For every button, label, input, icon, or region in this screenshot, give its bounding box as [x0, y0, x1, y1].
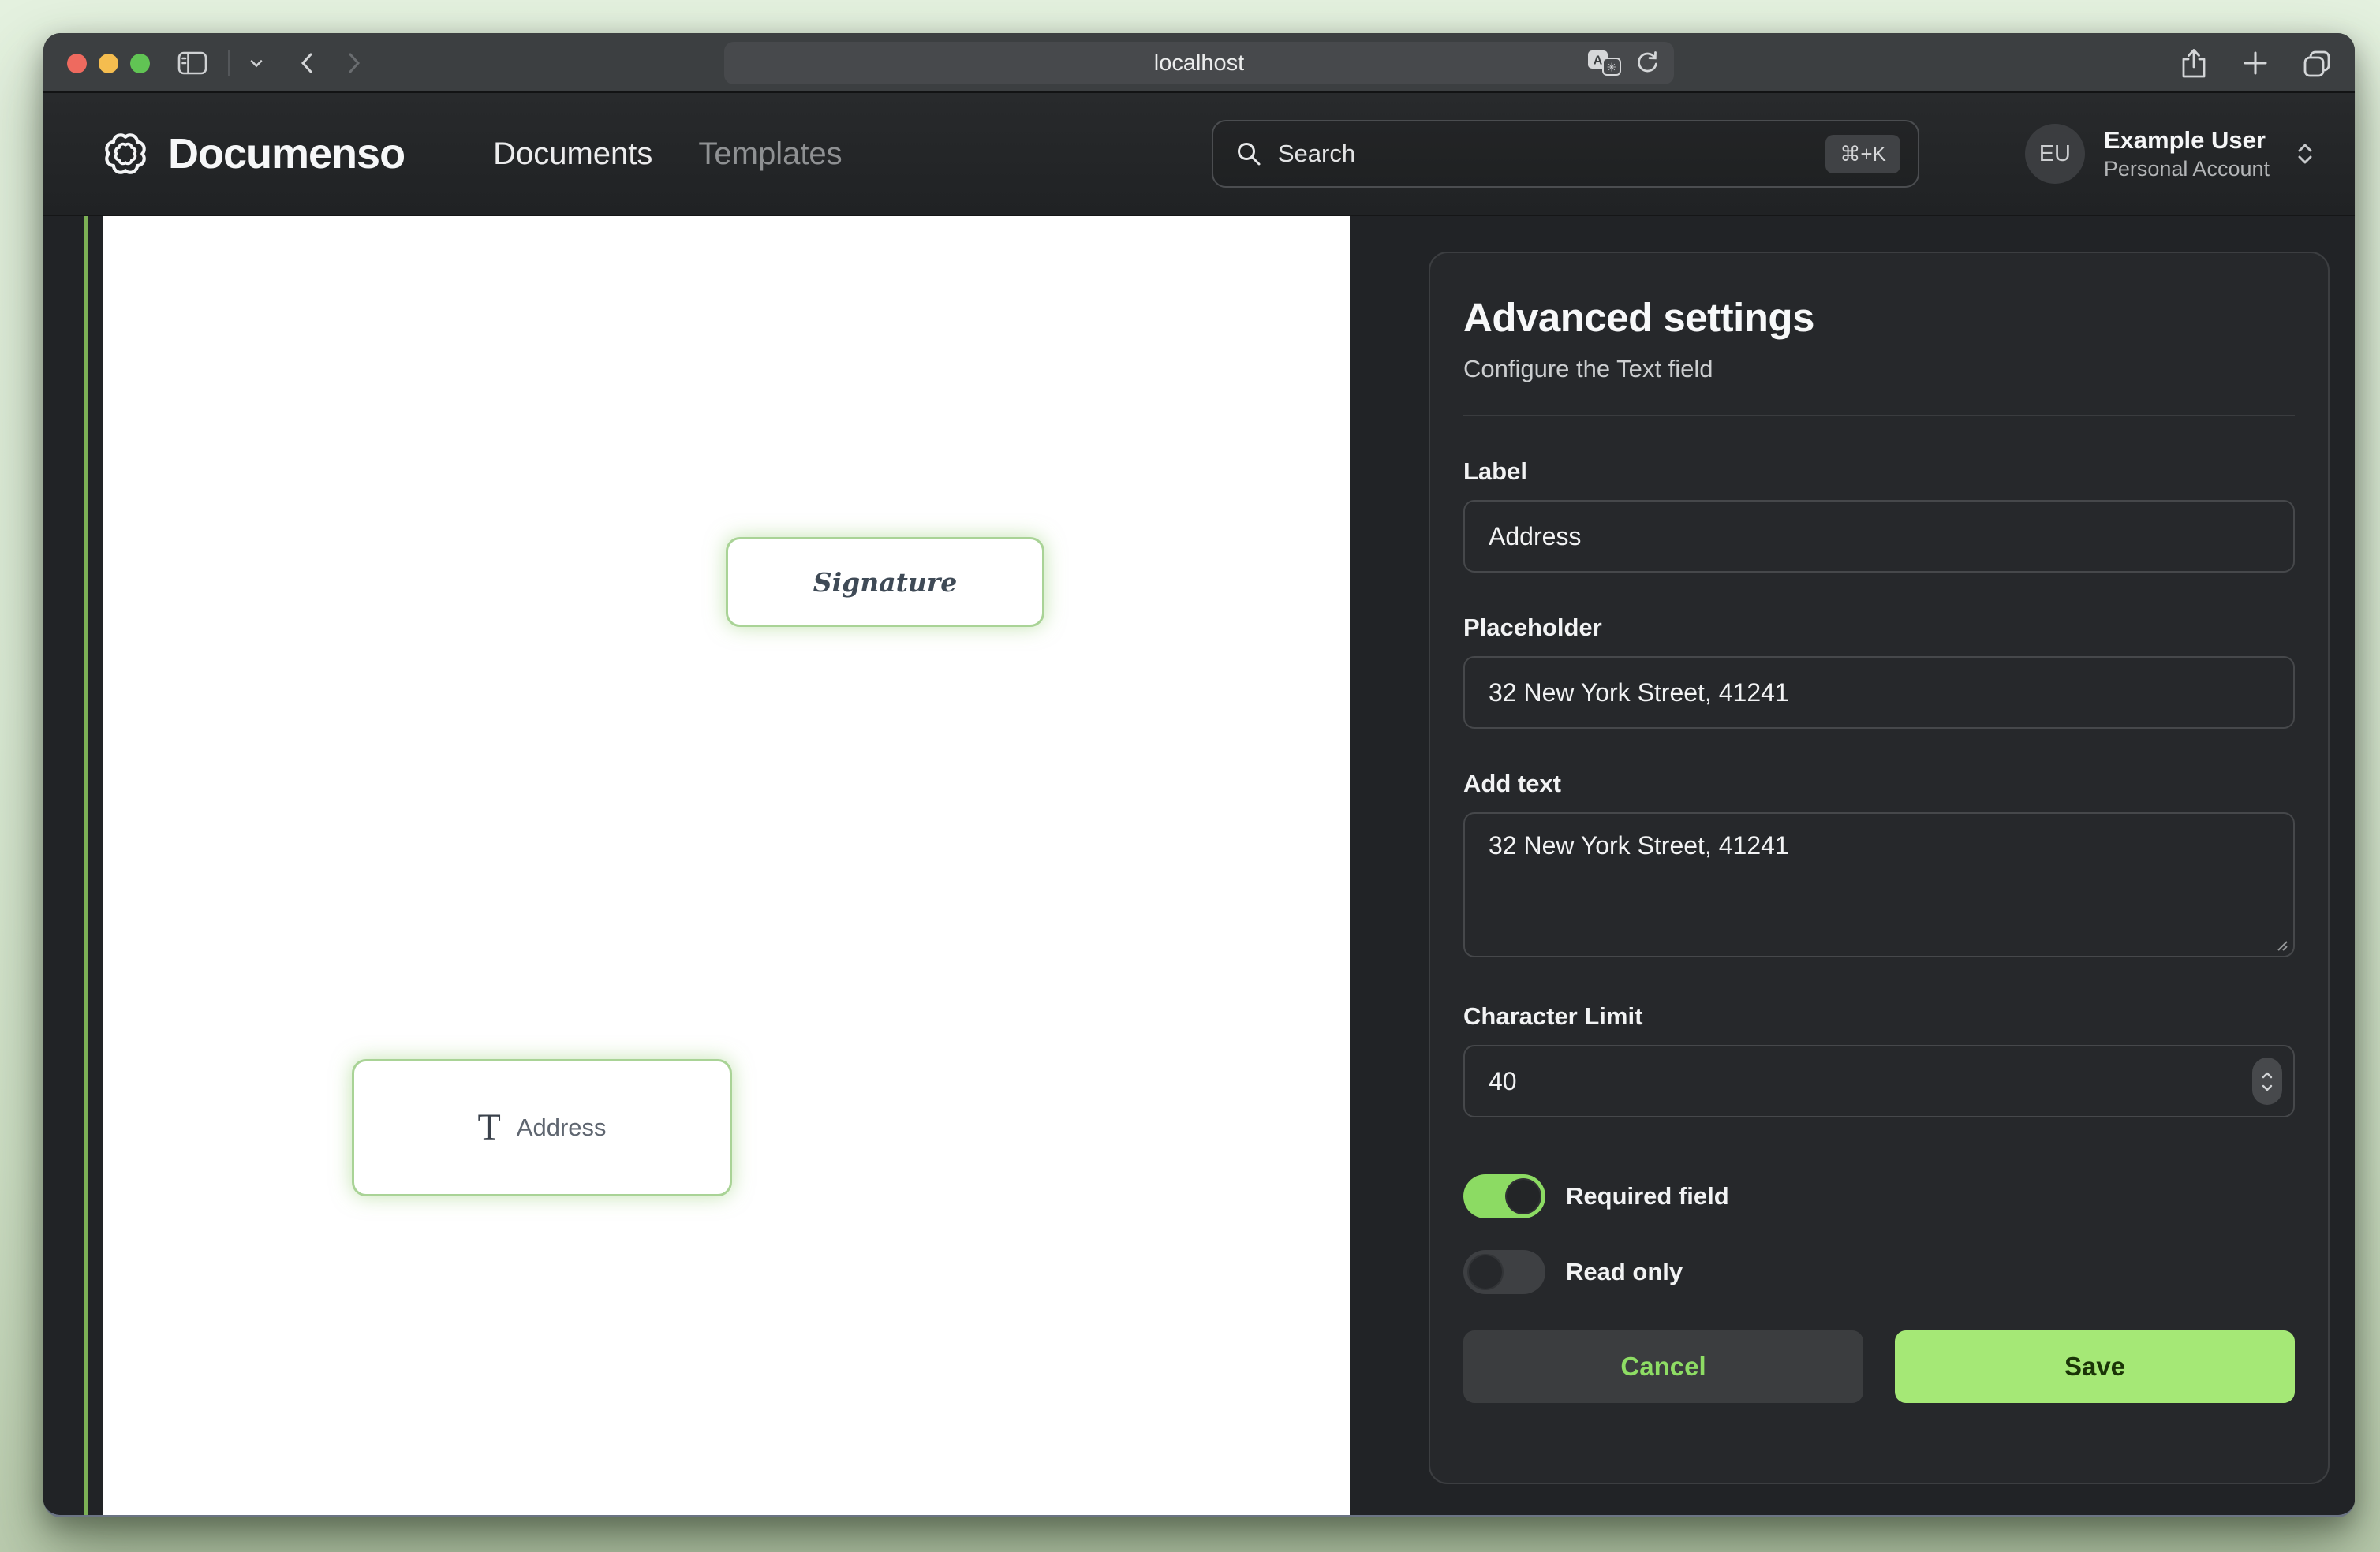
panel-divider: [1463, 415, 2295, 416]
brand-name: Documenso: [168, 129, 405, 178]
text-field-box[interactable]: T Address: [352, 1059, 732, 1196]
search-bar[interactable]: ⌘+K: [1212, 120, 1919, 188]
new-tab-button[interactable]: [2241, 49, 2270, 77]
svg-text:✳: ✳: [1607, 62, 1617, 75]
stepper-up-icon: [2262, 1072, 2273, 1079]
read-only-toggle-label: Read only: [1566, 1258, 1683, 1286]
selector-chevrons-icon: [2288, 141, 2315, 166]
panel-subtitle: Configure the Text field: [1463, 355, 2295, 383]
save-button[interactable]: Save: [1895, 1330, 2295, 1403]
tab-overview-button[interactable]: [2301, 47, 2333, 79]
required-field-toggle[interactable]: [1463, 1174, 1545, 1218]
translate-button[interactable]: A ✳: [1587, 50, 1622, 76]
brand-logo[interactable]: Documenso: [103, 129, 405, 178]
chevron-right-icon: [348, 53, 361, 73]
reload-button[interactable]: [1635, 50, 1660, 76]
browser-chrome: localhost A ✳: [43, 33, 2355, 93]
number-stepper[interactable]: [2252, 1058, 2282, 1105]
user-account: Personal Account: [2104, 156, 2270, 183]
close-window-button[interactable]: [67, 54, 87, 73]
toggle-knob: [1505, 1178, 1541, 1214]
advanced-settings-panel: Advanced settings Configure the Text fie…: [1429, 252, 2330, 1484]
signature-field-label: Signature: [813, 567, 957, 598]
address-bar[interactable]: localhost A ✳: [724, 42, 1674, 84]
read-only-toggle[interactable]: [1463, 1250, 1545, 1294]
reload-icon: [1635, 50, 1660, 76]
add-text-textarea[interactable]: 32 New York Street, 41241: [1463, 812, 2295, 957]
resize-handle-icon[interactable]: [2276, 939, 2288, 952]
label-field-label: Label: [1463, 457, 2295, 486]
nav-item-templates[interactable]: Templates: [698, 136, 842, 172]
plus-icon: [2241, 49, 2270, 77]
placeholder-input[interactable]: [1463, 656, 2295, 729]
character-limit-input[interactable]: [1463, 1045, 2295, 1117]
avatar: EU: [2025, 124, 2085, 184]
main-nav: Documents Templates: [493, 136, 843, 172]
signature-field-box[interactable]: Signature: [726, 537, 1044, 627]
user-name: Example User: [2104, 125, 2270, 156]
share-button[interactable]: [2178, 47, 2210, 80]
tab-group-chevron-button[interactable]: [250, 59, 263, 68]
minimize-window-button[interactable]: [99, 54, 118, 73]
nav-item-documents[interactable]: Documents: [493, 136, 652, 172]
documenso-logo-icon: [103, 132, 148, 176]
chevron-down-icon: [250, 59, 263, 68]
svg-text:A: A: [1594, 54, 1603, 68]
sidebar-icon: [177, 51, 207, 75]
translate-icon: A ✳: [1587, 50, 1622, 76]
browser-window: localhost A ✳: [43, 33, 2355, 1517]
character-limit-field-label: Character Limit: [1463, 1002, 2295, 1031]
placeholder-field-label: Placeholder: [1463, 614, 2295, 642]
sidebar-toggle-button[interactable]: [177, 51, 207, 75]
user-menu[interactable]: EU Example User Personal Account: [2025, 124, 2315, 184]
search-icon: [1235, 140, 1262, 167]
document-page: [103, 216, 1350, 1515]
search-input[interactable]: [1278, 140, 1825, 168]
label-input[interactable]: [1463, 500, 2295, 573]
page-indicator-line: [84, 216, 88, 1515]
zoom-window-button[interactable]: [130, 54, 150, 73]
share-icon: [2178, 47, 2210, 80]
chevron-left-icon: [301, 53, 313, 73]
toggle-knob: [1467, 1254, 1504, 1290]
url-text: localhost: [1154, 50, 1244, 76]
forward-button[interactable]: [348, 53, 361, 73]
panel-title: Advanced settings: [1463, 294, 2295, 341]
toolbar-divider: [228, 50, 230, 76]
main-content: Signature T Address Advanced settings Co…: [43, 216, 2355, 1515]
required-field-toggle-label: Required field: [1566, 1182, 1729, 1211]
traffic-lights: [67, 54, 150, 73]
cancel-button[interactable]: Cancel: [1463, 1330, 1863, 1403]
search-shortcut-badge: ⌘+K: [1825, 135, 1900, 173]
stepper-down-icon: [2262, 1084, 2273, 1091]
tabs-icon: [2301, 47, 2333, 79]
text-type-icon: T: [477, 1109, 500, 1147]
app-header: Documenso Documents Templates ⌘+K EU Exa…: [43, 93, 2355, 216]
text-field-label: Address: [517, 1114, 607, 1142]
add-text-field-label: Add text: [1463, 770, 2295, 798]
back-button[interactable]: [301, 53, 313, 73]
